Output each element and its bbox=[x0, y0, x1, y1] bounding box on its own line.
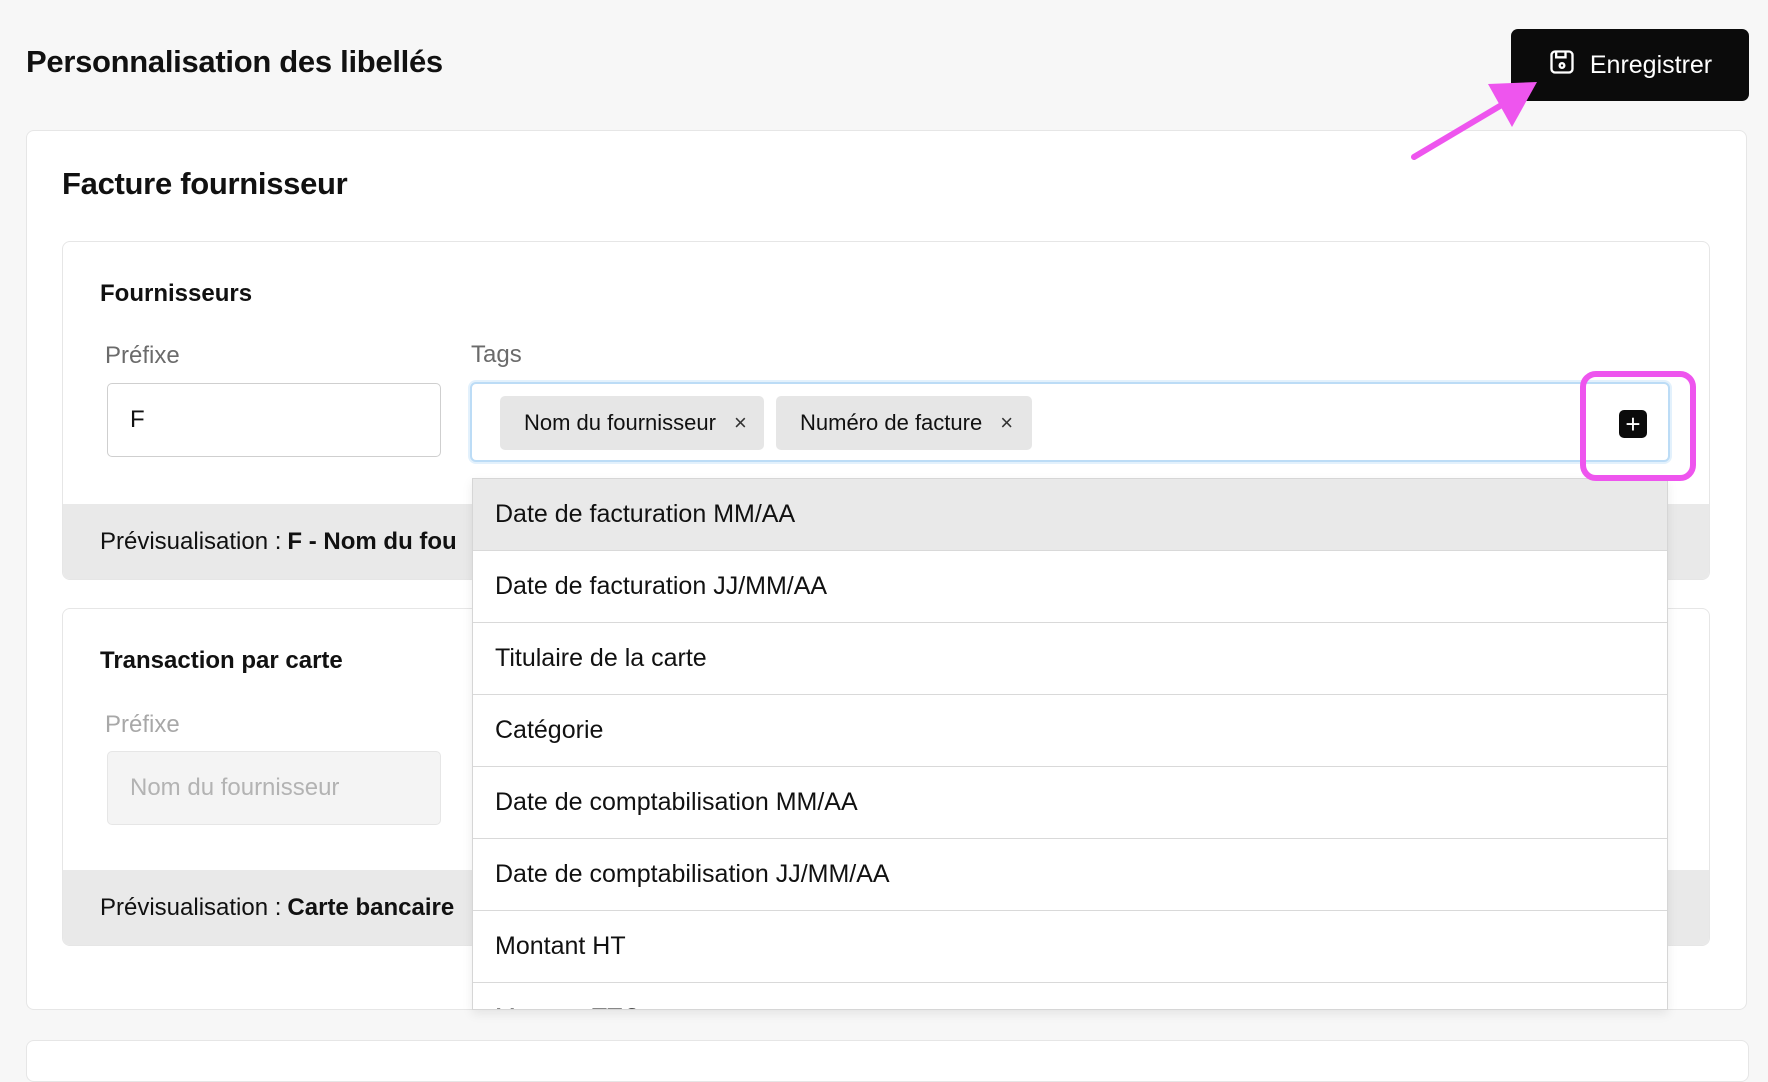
section-title: Transaction par carte bbox=[100, 647, 343, 674]
prefix-input[interactable]: F bbox=[107, 383, 441, 457]
remove-tag-icon[interactable]: × bbox=[1000, 410, 1013, 436]
prefix-label: Préfixe bbox=[105, 711, 180, 738]
save-button[interactable]: Enregistrer bbox=[1511, 29, 1749, 101]
card-title: Facture fournisseur bbox=[62, 166, 348, 201]
dropdown-option[interactable]: Date de comptabilisation MM/AA bbox=[473, 767, 1667, 839]
dropdown-option[interactable]: Date de facturation JJ/MM/AA bbox=[473, 551, 1667, 623]
prefix-input-disabled: Nom du fournisseur bbox=[107, 751, 441, 825]
preview-label: Prévisualisation : bbox=[100, 893, 282, 921]
prefix-label: Préfixe bbox=[105, 342, 180, 369]
dropdown-option[interactable]: Montant TTC bbox=[473, 983, 1667, 1009]
remove-tag-icon[interactable]: × bbox=[734, 410, 747, 436]
dropdown-option[interactable]: Date de facturation MM/AA bbox=[473, 479, 1667, 551]
prefix-value: F bbox=[130, 406, 145, 433]
save-button-label: Enregistrer bbox=[1589, 50, 1713, 79]
tag-label: Numéro de facture bbox=[800, 410, 983, 435]
preview-label: Prévisualisation : bbox=[100, 527, 282, 555]
tags-input[interactable]: Nom du fournisseur × Numéro de facture × bbox=[470, 382, 1670, 462]
section-title: Fournisseurs bbox=[100, 280, 253, 307]
dropdown-option[interactable]: Date de comptabilisation JJ/MM/AA bbox=[473, 839, 1667, 911]
next-card bbox=[26, 1040, 1749, 1082]
prefix-placeholder: Nom du fournisseur bbox=[130, 774, 340, 801]
page-title: Personnalisation des libellés bbox=[26, 44, 443, 79]
dropdown-option[interactable]: Montant HT bbox=[473, 911, 1667, 983]
preview-value: F - Nom du fou bbox=[287, 527, 457, 555]
floppy-disk-icon bbox=[1548, 48, 1576, 83]
tag-label: Nom du fournisseur bbox=[524, 410, 716, 435]
dropdown-option[interactable]: Catégorie bbox=[473, 695, 1667, 767]
tag-chip: Numéro de facture × bbox=[776, 396, 1032, 450]
tags-label: Tags bbox=[471, 341, 522, 368]
dropdown-option[interactable]: Titulaire de la carte bbox=[473, 623, 1667, 695]
tag-options-dropdown: Date de facturation MM/AA Date de factur… bbox=[472, 478, 1668, 1010]
highlight-box bbox=[1580, 371, 1696, 481]
preview-value: Carte bancaire bbox=[287, 893, 455, 921]
tag-chip: Nom du fournisseur × bbox=[500, 396, 764, 450]
